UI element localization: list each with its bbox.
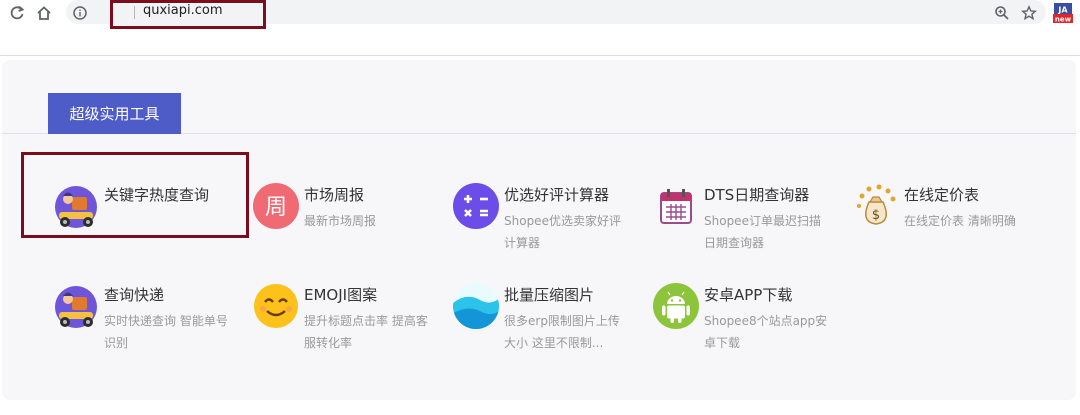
ext-badge-bottom: new bbox=[1055, 16, 1072, 24]
wave-image-icon bbox=[452, 282, 500, 330]
home-icon[interactable] bbox=[33, 2, 55, 24]
smiley-icon bbox=[252, 282, 300, 330]
delivery-scooter-icon bbox=[52, 282, 100, 330]
tool-express-tracking[interactable]: 查询快递 实时快递查询 智能单号识别 bbox=[52, 258, 247, 350]
tool-emoji[interactable]: EMOJI图案 提升标题点击率 提高客服转化率 bbox=[252, 258, 447, 350]
tool-title: 在线定价表 bbox=[904, 186, 980, 204]
calculator-icon bbox=[452, 182, 500, 230]
tool-android-app[interactable]: 安卓APP下载 Shopee8个站点app安卓下载 bbox=[652, 258, 847, 350]
reload-icon[interactable] bbox=[6, 2, 28, 24]
tool-pricing-table[interactable]: $ 在线定价表 在线定价表 清晰明确 bbox=[852, 158, 1047, 238]
tool-desc: 提升标题点击率 提高客服转化率 bbox=[304, 314, 428, 350]
tool-desc: Shopee8个站点app安卓下载 bbox=[704, 314, 828, 350]
tool-rating-calculator[interactable]: 优选好评计算器 Shopee优选卖家好评计算器 bbox=[452, 158, 647, 250]
tool-desc: Shopee优选卖家好评计算器 bbox=[504, 214, 621, 250]
android-icon bbox=[652, 282, 700, 330]
tool-market-weekly[interactable]: 周 市场周报 最新市场周报 bbox=[252, 158, 447, 238]
tool-title: EMOJI图案 bbox=[304, 286, 378, 304]
tool-title: 查询快递 bbox=[104, 286, 165, 304]
zhou-char: 周 bbox=[265, 195, 287, 220]
zhou-badge-icon: 周 bbox=[252, 182, 300, 230]
money-bag-icon: $ bbox=[852, 182, 900, 230]
tool-title: 安卓APP下载 bbox=[704, 286, 793, 304]
calendar-icon bbox=[652, 182, 700, 230]
star-icon[interactable] bbox=[1018, 2, 1040, 24]
url-separator bbox=[134, 6, 135, 19]
tool-title: 优选好评计算器 bbox=[504, 186, 610, 204]
tool-title: 市场周报 bbox=[304, 186, 365, 204]
zoom-icon[interactable] bbox=[991, 2, 1013, 24]
toolbar-divider bbox=[0, 55, 1080, 56]
tool-dts-date[interactable]: DTS日期查询器 Shopee订单最迟扫描日期查询器 bbox=[652, 158, 847, 250]
tool-title: 批量压缩图片 bbox=[504, 286, 595, 304]
extension-new-icon[interactable]: JA new bbox=[1053, 3, 1073, 24]
browser-toolbar: quxiapi.com JA new bbox=[0, 0, 1080, 55]
info-icon[interactable] bbox=[69, 2, 91, 24]
tool-title: DTS日期查询器 bbox=[704, 186, 810, 204]
ext-badge-top: JA bbox=[1057, 6, 1068, 15]
tool-desc: Shopee订单最迟扫描日期查询器 bbox=[704, 214, 821, 250]
svg-text:$: $ bbox=[872, 208, 880, 223]
tool-image-compress[interactable]: 批量压缩图片 很多erp限制图片上传大小 这里不限制... bbox=[452, 258, 647, 350]
tool-desc: 很多erp限制图片上传大小 这里不限制... bbox=[504, 314, 620, 350]
highlight-box bbox=[21, 152, 249, 238]
tab-super-tools[interactable]: 超级实用工具 bbox=[48, 93, 181, 134]
tool-desc: 最新市场周报 bbox=[304, 214, 377, 228]
tool-desc: 在线定价表 清晰明确 bbox=[904, 214, 1016, 228]
url-text[interactable]: quxiapi.com bbox=[143, 3, 223, 18]
tool-desc: 实时快递查询 智能单号识别 bbox=[104, 314, 228, 350]
